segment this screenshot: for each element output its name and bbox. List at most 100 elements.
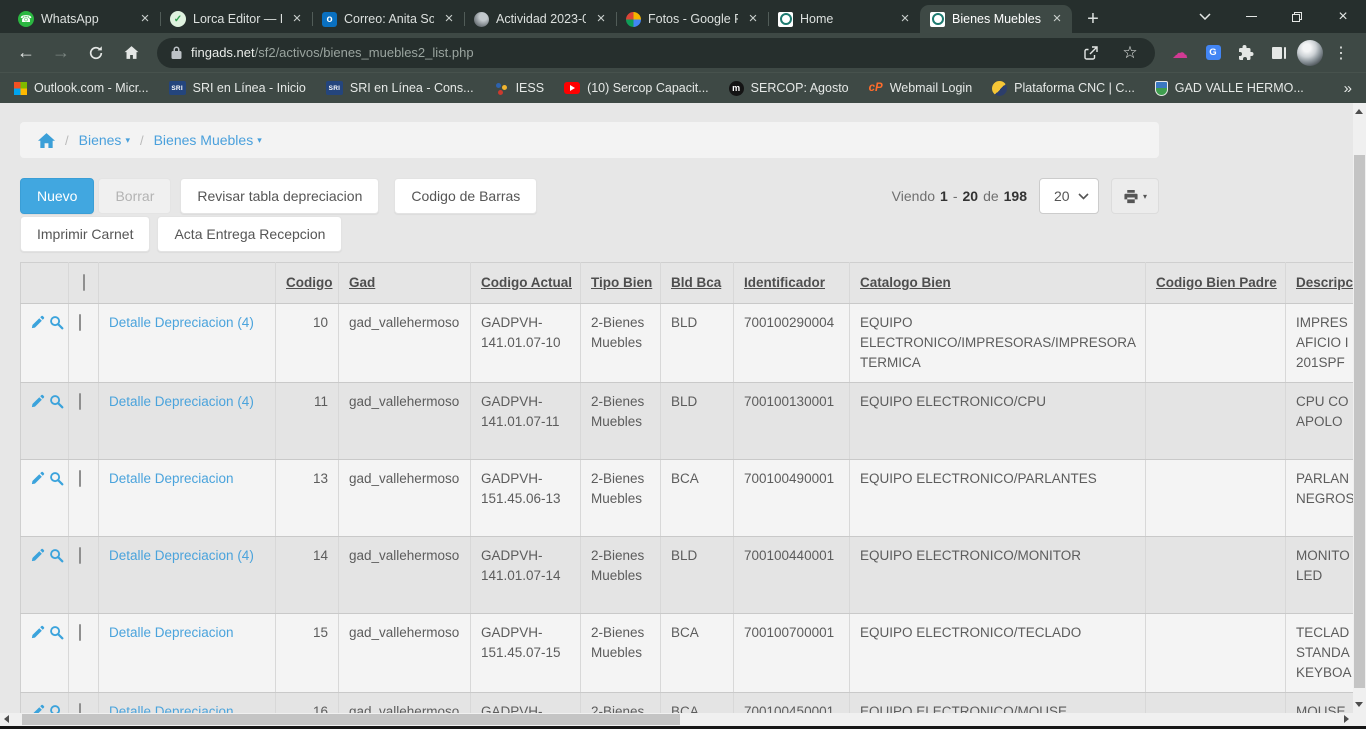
borrar-button[interactable]: Borrar — [98, 178, 171, 214]
forward-button[interactable]: → — [45, 37, 77, 69]
bookmark-webmail[interactable]: cP Webmail Login — [869, 81, 973, 95]
new-tab-button[interactable]: + — [1079, 5, 1107, 33]
bookmark-sercop-agosto[interactable]: m SERCOP: Agosto — [729, 81, 849, 96]
row-checkbox[interactable] — [79, 703, 81, 713]
column-header-bld-bca[interactable]: Bld Bca — [661, 263, 734, 304]
bookmark-iess[interactable]: IESS — [494, 81, 545, 96]
extensions-puzzle-icon[interactable] — [1231, 38, 1261, 68]
microsoft-icon — [14, 82, 27, 95]
page-size-select[interactable]: 20 — [1039, 178, 1099, 214]
column-header-codigo-actual[interactable]: Codigo Actual — [471, 263, 581, 304]
detalle-depreciacion-link[interactable]: Detalle Depreciacion — [109, 471, 234, 486]
bookmark-sercop-capacitacion[interactable]: (10) Sercop Capacit... — [564, 81, 709, 95]
tab-fotos[interactable]: Fotos - Google F × — [616, 5, 768, 33]
column-header-descripcion[interactable]: Descripcion — [1286, 263, 1354, 304]
tab-actividad[interactable]: Actividad 2023-0 × — [464, 5, 616, 33]
bookmarks-overflow-chevron[interactable]: » — [1344, 80, 1352, 97]
detalle-depreciacion-link[interactable]: Detalle Depreciacion (4) — [109, 548, 254, 563]
breadcrumb-item-bienes[interactable]: Bienes▾ — [79, 132, 130, 148]
edit-pencil-icon[interactable] — [30, 548, 45, 563]
detalle-depreciacion-link[interactable]: Detalle Depreciacion — [109, 625, 234, 640]
detalle-depreciacion-link[interactable]: Detalle Depreciacion — [109, 704, 234, 713]
breadcrumb-home-icon[interactable] — [38, 133, 55, 148]
scroll-up-arrow[interactable] — [1355, 109, 1363, 114]
print-button[interactable]: ▾ — [1111, 178, 1159, 214]
address-bar[interactable]: fingads.net/sf2/activos/bienes_muebles2_… — [157, 38, 1155, 68]
tab-close-icon[interactable]: × — [441, 11, 457, 27]
back-button[interactable]: ← — [10, 37, 42, 69]
bookmark-sri-inicio[interactable]: SRI SRI en Línea - Inicio — [169, 81, 306, 95]
row-checkbox[interactable] — [79, 547, 81, 564]
detalle-depreciacion-link[interactable]: Detalle Depreciacion (4) — [109, 394, 254, 409]
bookmark-star-icon[interactable]: ☆ — [1115, 38, 1145, 68]
menu-kebab-icon[interactable]: ⋮ — [1326, 38, 1356, 68]
row-checkbox[interactable] — [79, 314, 81, 331]
row-checkbox[interactable] — [79, 624, 81, 641]
acta-entrega-recepcion-button[interactable]: Acta Entrega Recepcion — [157, 216, 342, 252]
tab-whatsapp[interactable]: ☎ WhatsApp × — [8, 5, 160, 33]
column-header-tipo-bien[interactable]: Tipo Bien — [581, 263, 661, 304]
bookmark-sri-consultas[interactable]: SRI SRI en Línea - Cons... — [326, 81, 474, 95]
scroll-right-arrow[interactable] — [1344, 715, 1349, 723]
cell-identificador: 700100450001 — [734, 693, 850, 714]
scroll-down-arrow[interactable] — [1355, 702, 1363, 707]
edit-pencil-icon[interactable] — [30, 704, 45, 713]
profile-avatar[interactable] — [1297, 40, 1323, 66]
column-header-codigo[interactable]: Codigo — [276, 263, 339, 304]
tab-close-icon[interactable]: × — [137, 11, 153, 27]
vertical-scroll-thumb[interactable] — [1354, 155, 1365, 688]
search-icon[interactable] — [49, 704, 64, 713]
tab-label: Bienes Muebles — [952, 12, 1042, 26]
search-icon[interactable] — [49, 394, 64, 409]
search-icon[interactable] — [49, 471, 64, 486]
restore-button[interactable] — [1274, 0, 1320, 33]
imprimir-carnet-button[interactable]: Imprimir Carnet — [20, 216, 150, 252]
tab-close-icon[interactable]: × — [289, 11, 305, 27]
horizontal-scrollbar[interactable] — [0, 713, 1353, 726]
row-checkbox[interactable] — [79, 470, 81, 487]
scroll-left-arrow[interactable] — [4, 715, 9, 723]
codigo-de-barras-button[interactable]: Codigo de Barras — [394, 178, 537, 214]
bookmark-plataforma-cnc[interactable]: Plataforma CNC | C... — [992, 81, 1135, 96]
cell-identificador: 700100440001 — [734, 537, 850, 614]
home-button[interactable] — [115, 37, 147, 69]
search-icon[interactable] — [49, 625, 64, 640]
horizontal-scroll-thumb[interactable] — [22, 714, 680, 725]
cloud-extension-icon[interactable]: ☁ — [1165, 38, 1195, 68]
close-window-button[interactable]: × — [1320, 0, 1366, 33]
select-all-checkbox[interactable] — [83, 274, 85, 291]
tab-bienes-muebles[interactable]: Bienes Muebles × — [920, 5, 1072, 33]
edit-pencil-icon[interactable] — [30, 315, 45, 330]
breadcrumb-item-bienes-muebles[interactable]: Bienes Muebles▾ — [154, 132, 262, 148]
tab-close-icon[interactable]: × — [1049, 11, 1065, 27]
tab-search-chevron-icon[interactable] — [1182, 0, 1228, 33]
revisar-tabla-depreciacion-button[interactable]: Revisar tabla depreciacion — [180, 178, 379, 214]
edit-pencil-icon[interactable] — [30, 471, 45, 486]
bookmark-gad-valle-hermoso[interactable]: GAD VALLE HERMO... — [1155, 81, 1304, 96]
column-header-identificador[interactable]: Identificador — [734, 263, 850, 304]
translate-extension-icon[interactable]: G — [1198, 38, 1228, 68]
tab-close-icon[interactable]: × — [745, 11, 761, 27]
bookmark-outlook[interactable]: Outlook.com - Micr... — [14, 81, 149, 95]
search-icon[interactable] — [49, 315, 64, 330]
tab-close-icon[interactable]: × — [897, 11, 913, 27]
edit-pencil-icon[interactable] — [30, 625, 45, 640]
vertical-scrollbar[interactable] — [1353, 103, 1366, 713]
column-header-catalogo-bien[interactable]: Catalogo Bien — [850, 263, 1146, 304]
row-checkbox[interactable] — [79, 393, 81, 410]
tab-close-icon[interactable]: × — [593, 11, 609, 27]
tab-correo[interactable]: o Correo: Anita Sos × — [312, 5, 464, 33]
edit-pencil-icon[interactable] — [30, 394, 45, 409]
column-header-codigo-bien-padre[interactable]: Codigo Bien Padre — [1146, 263, 1286, 304]
tab-home[interactable]: Home × — [768, 5, 920, 33]
bookmark-label: SERCOP: Agosto — [751, 81, 849, 95]
column-header-gad[interactable]: Gad — [339, 263, 471, 304]
tab-lorca-editor[interactable]: ✓ Lorca Editor — El × — [160, 5, 312, 33]
minimize-button[interactable] — [1228, 0, 1274, 33]
share-icon[interactable] — [1076, 38, 1106, 68]
detalle-depreciacion-link[interactable]: Detalle Depreciacion (4) — [109, 315, 254, 330]
side-panel-icon[interactable] — [1264, 38, 1294, 68]
nuevo-button[interactable]: Nuevo — [20, 178, 94, 214]
reload-button[interactable] — [80, 37, 112, 69]
search-icon[interactable] — [49, 548, 64, 563]
